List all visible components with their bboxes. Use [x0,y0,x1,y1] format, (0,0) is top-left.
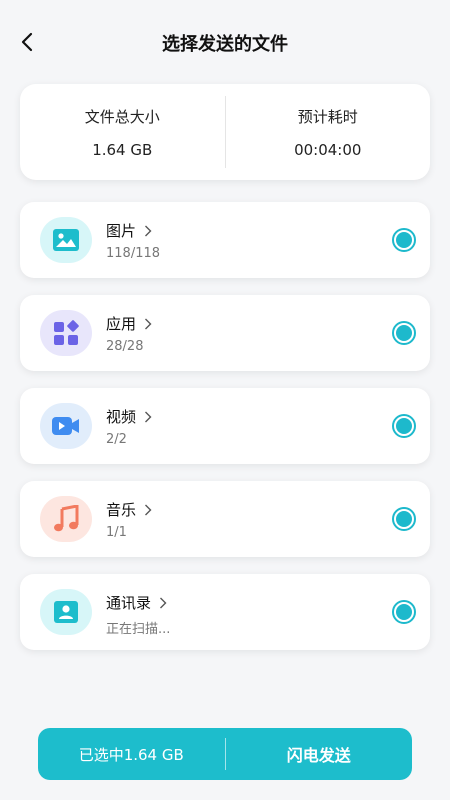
radio-dot [396,418,412,434]
category-count: 28/28 [106,339,144,354]
video-icon [52,417,79,435]
category-item-apps[interactable]: 应用 28/28 [20,295,430,371]
category-count: 正在扫描... [106,622,171,637]
chevron-right-icon [145,504,152,515]
image-icon [53,229,79,251]
flash-send-button[interactable]: 闪电发送 [226,742,413,766]
chevron-right-icon [145,411,152,422]
contact-icon [54,601,78,623]
select-radio[interactable] [392,414,416,438]
chevron-right-icon [145,318,152,329]
category-item-contacts[interactable]: 通讯录 正在扫描... [20,574,430,650]
image-icon-container [40,217,92,263]
total-size-section: 文件总大小 1.64 GB [20,84,225,180]
estimated-time-section: 预计耗时 00:04:00 [226,84,431,180]
radio-dot [396,232,412,248]
select-radio[interactable] [392,321,416,345]
selected-size-text: 已选中1.64 GB [78,745,184,764]
category-name: 通讯录 [106,592,167,613]
total-size-label: 文件总大小 [84,107,160,126]
estimated-time-value: 00:04:00 [294,140,362,159]
category-item-images[interactable]: 图片 118/118 [20,202,430,278]
contact-icon-container [40,589,92,635]
summary-card: 文件总大小 1.64 GB 预计耗时 00:04:00 [20,84,430,180]
chevron-right-icon [160,597,167,608]
apps-icon-container [40,310,92,356]
video-icon-container [40,403,92,449]
chevron-right-icon [145,225,152,236]
bottom-action-bar: 已选中1.64 GB 闪电发送 [38,728,412,780]
category-item-videos[interactable]: 视频 2/2 [20,388,430,464]
select-radio[interactable] [392,600,416,624]
category-name: 应用 [106,313,152,334]
category-name: 音乐 [106,499,152,520]
radio-dot [396,604,412,620]
category-count: 1/1 [106,525,127,540]
estimated-time-label: 预计耗时 [297,107,358,126]
music-icon-container [40,496,92,542]
category-count: 2/2 [106,432,127,447]
music-icon [54,505,79,532]
total-size-value: 1.64 GB [92,140,153,159]
category-item-music[interactable]: 音乐 1/1 [20,481,430,557]
category-name: 视频 [106,406,152,427]
header: 选择发送的文件 [0,20,450,64]
category-count: 118/118 [106,246,161,261]
select-radio[interactable] [392,507,416,531]
radio-dot [396,511,412,527]
select-radio[interactable] [392,228,416,252]
radio-dot [396,325,412,341]
apps-icon [54,320,79,345]
page-title: 选择发送的文件 [162,34,288,55]
category-name: 图片 [106,220,152,241]
